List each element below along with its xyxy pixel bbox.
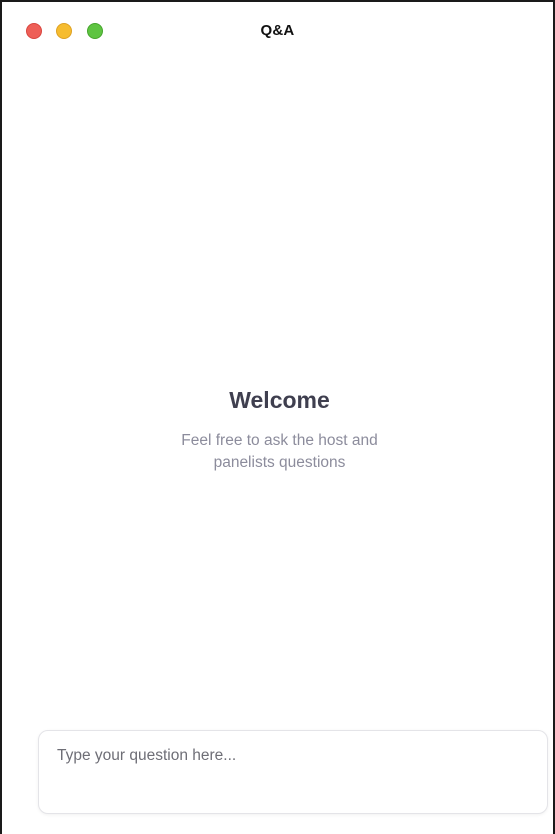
window-title: Q&A: [260, 22, 295, 39]
question-composer[interactable]: [38, 730, 548, 814]
welcome-heading: Welcome: [229, 387, 330, 413]
question-input[interactable]: [39, 731, 547, 813]
qa-window: Q&A Welcome Feel free to ask the host an…: [0, 0, 555, 834]
welcome-message: Feel free to ask the host and panelists …: [181, 432, 378, 471]
empty-state: Welcome Feel free to ask the host and pa…: [2, 386, 555, 474]
title-bar: Q&A: [2, 2, 553, 60]
